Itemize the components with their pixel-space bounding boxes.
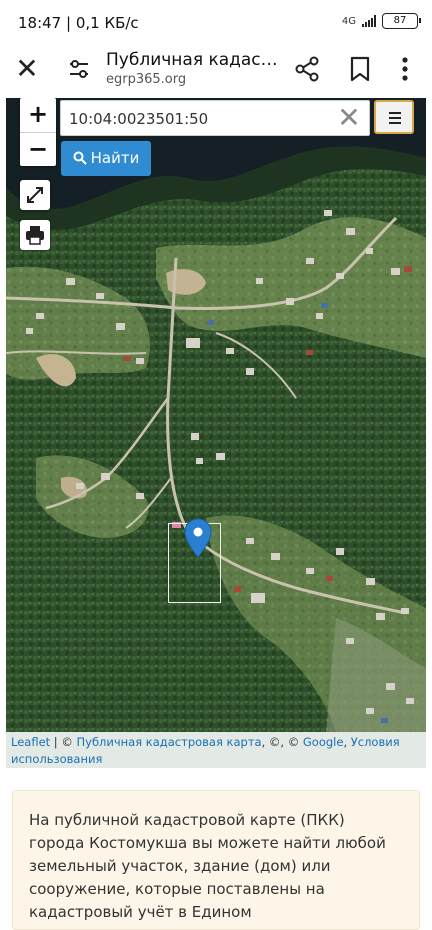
zoom-out-button[interactable]: − — [20, 132, 56, 166]
page-title: Публичная кадастровая карта — [106, 50, 282, 70]
status-icons: 4G 87 — [341, 13, 421, 29]
battery-icon: 87 — [382, 13, 421, 29]
attrib-sep: , — [343, 735, 351, 749]
zoom-in-button[interactable]: + — [20, 98, 56, 132]
fullscreen-icon[interactable] — [20, 180, 50, 210]
satellite-imagery — [6, 98, 426, 732]
cadastral-search[interactable]: ✕ — [60, 100, 370, 136]
google-link[interactable]: Google — [303, 735, 344, 749]
more-vert-icon[interactable] — [398, 54, 412, 84]
attrib-sep: | © — [50, 735, 77, 749]
map-attribution: Leaflet | © Публичная кадастровая карта,… — [6, 732, 426, 768]
map-view[interactable]: + − ✕ Найти — [6, 98, 426, 732]
bookmark-icon[interactable] — [349, 56, 371, 82]
network-type: 4G — [341, 15, 356, 27]
share-icon[interactable] — [294, 56, 320, 82]
close-icon[interactable]: ✕ — [14, 55, 40, 83]
info-panel: На публичной кадастровой карте (ПКК) гор… — [12, 790, 420, 930]
find-button-label: Найти — [90, 149, 140, 167]
find-button[interactable]: Найти — [61, 141, 151, 176]
signal-icon — [362, 15, 376, 27]
page-url: egrp365.org — [106, 72, 187, 87]
cadastral-number-input[interactable] — [69, 107, 319, 131]
map-marker-icon[interactable] — [184, 518, 212, 558]
pkk-link[interactable]: Публичная кадастровая карта — [77, 735, 262, 749]
browser-toolbar: ✕ Публичная кадастровая карта egrp365.or… — [0, 46, 432, 98]
status-time-speed: 18:47 | 0,1 КБ/с — [18, 14, 139, 32]
attrib-sep: , ©, © — [261, 735, 303, 749]
tune-icon[interactable] — [68, 58, 90, 80]
info-text: На публичной кадастровой карте (ПКК) гор… — [29, 811, 386, 921]
leaflet-link[interactable]: Leaflet — [11, 735, 50, 749]
zoom-control: + − — [20, 98, 56, 166]
menu-icon[interactable] — [374, 100, 414, 134]
status-bar: 18:47 | 0,1 КБ/с 4G 87 — [0, 0, 432, 46]
search-icon — [73, 151, 87, 165]
print-icon[interactable] — [20, 220, 50, 250]
clear-search-button[interactable]: ✕ — [335, 104, 363, 133]
